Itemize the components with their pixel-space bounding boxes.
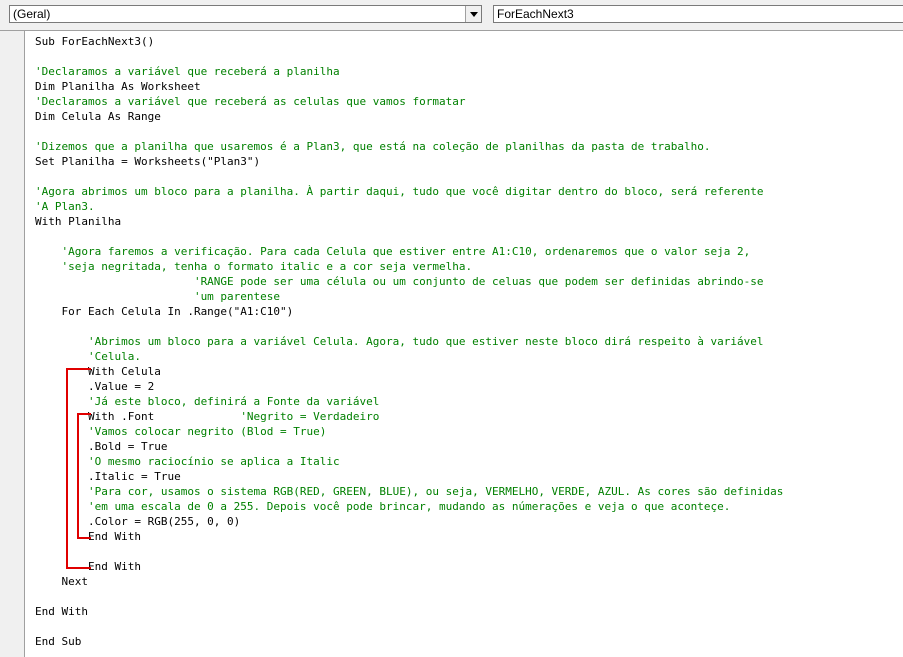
code-line[interactable]: With Celula xyxy=(35,364,783,379)
code-text-segment: Set Planilha = Worksheets("Plan3") xyxy=(35,155,261,168)
code-line[interactable]: 'um parentese xyxy=(35,289,783,304)
code-text-segment xyxy=(35,590,42,603)
code-line[interactable]: 'em uma escala de 0 a 255. Depois você p… xyxy=(35,499,783,514)
comment-text: 'Agora faremos a verificação. Para cada … xyxy=(35,245,751,258)
code-line[interactable]: 'A Plan3. xyxy=(35,199,783,214)
code-line[interactable]: .Value = 2 xyxy=(35,379,783,394)
code-line[interactable]: With .Font 'Negrito = Verdadeiro xyxy=(35,409,783,424)
code-text-segment: For Each Celula In .Range("A1:C10") xyxy=(35,305,294,318)
code-line[interactable] xyxy=(35,49,783,64)
code-text-segment: End With xyxy=(35,605,88,618)
code-text-segment: Dim Planilha As Worksheet xyxy=(35,80,201,93)
code-line[interactable]: With Planilha xyxy=(35,214,783,229)
comment-text: 'Celula. xyxy=(35,350,141,363)
code-line[interactable]: 'Para cor, usamos o sistema RGB(RED, GRE… xyxy=(35,484,783,499)
code-text-segment xyxy=(35,620,42,633)
code-line[interactable]: 'Já este bloco, definirá a Fonte da vari… xyxy=(35,394,783,409)
code-text-segment xyxy=(35,545,42,558)
code-line[interactable]: 'Abrimos um bloco para a variável Celula… xyxy=(35,334,783,349)
code-line[interactable]: 'O mesmo raciocínio se aplica a Italic xyxy=(35,454,783,469)
code-line[interactable]: 'Declaramos a variável que receberá a pl… xyxy=(35,64,783,79)
code-line[interactable]: Dim Celula As Range xyxy=(35,109,783,124)
code-line[interactable]: 'seja negritada, tenha o formato italic … xyxy=(35,259,783,274)
object-dropdown[interactable]: (Geral) xyxy=(9,5,482,23)
object-dropdown-value: (Geral) xyxy=(13,7,51,21)
code-text-segment xyxy=(35,230,42,243)
code-line[interactable]: 'Celula. xyxy=(35,349,783,364)
comment-text: 'Declaramos a variável que receberá as c… xyxy=(35,95,466,108)
code-text-segment: Dim Celula As Range xyxy=(35,110,161,123)
comment-text: 'Agora abrimos um bloco para a planilha.… xyxy=(35,185,764,198)
code-text-segment: .Value = 2 xyxy=(35,380,155,393)
code-line[interactable]: Set Planilha = Worksheets("Plan3") xyxy=(35,154,783,169)
procedure-dropdown[interactable]: ForEachNext3 xyxy=(493,5,903,23)
comment-text: 'Negrito = Verdadeiro xyxy=(240,410,380,423)
code-line[interactable] xyxy=(35,229,783,244)
code-line[interactable]: 'Agora faremos a verificação. Para cada … xyxy=(35,244,783,259)
comment-text: 'seja negritada, tenha o formato italic … xyxy=(35,260,473,273)
code-line[interactable]: Sub ForEachNext3() xyxy=(35,34,783,49)
code-line[interactable]: End With xyxy=(35,529,783,544)
code-text-segment xyxy=(35,125,42,138)
code-line[interactable]: End With xyxy=(35,604,783,619)
code-line[interactable]: 'Declaramos a variável que receberá as c… xyxy=(35,94,783,109)
code-text-segment xyxy=(35,170,42,183)
code-text-segment: .Italic = True xyxy=(35,470,181,483)
code-text-segment xyxy=(35,50,42,63)
code-text-segment: End Sub xyxy=(35,635,82,648)
comment-text: 'Declaramos a variável que receberá a pl… xyxy=(35,65,340,78)
code-line[interactable]: 'RANGE pode ser uma célula ou um conjunt… xyxy=(35,274,783,289)
code-line[interactable]: 'Dizemos que a planilha que usaremos é a… xyxy=(35,139,783,154)
code-text-segment: Sub ForEachNext3() xyxy=(35,35,155,48)
code-text-segment: Next xyxy=(35,575,88,588)
comment-text: 'Abrimos um bloco para a variável Celula… xyxy=(35,335,764,348)
code-line[interactable]: .Bold = True xyxy=(35,439,783,454)
code-line[interactable]: .Italic = True xyxy=(35,469,783,484)
code-line[interactable]: End With xyxy=(35,559,783,574)
code-line[interactable] xyxy=(35,319,783,334)
code-line[interactable] xyxy=(35,544,783,559)
code-line[interactable]: .Color = RGB(255, 0, 0) xyxy=(35,514,783,529)
code-line[interactable]: 'Vamos colocar negrito (Blod = True) xyxy=(35,424,783,439)
code-line[interactable]: Next xyxy=(35,574,783,589)
comment-text: 'Para cor, usamos o sistema RGB(RED, GRE… xyxy=(35,485,784,498)
procedure-dropdown-value: ForEachNext3 xyxy=(497,7,574,21)
code-line[interactable] xyxy=(35,169,783,184)
comment-text: 'em uma escala de 0 a 255. Depois você p… xyxy=(35,500,731,513)
code-line[interactable] xyxy=(35,589,783,604)
chevron-down-icon[interactable] xyxy=(465,6,481,22)
margin-indicator-bar[interactable] xyxy=(0,31,24,657)
code-line[interactable] xyxy=(35,619,783,634)
code-text-segment: .Bold = True xyxy=(35,440,168,453)
code-line[interactable]: End Sub xyxy=(35,634,783,649)
code-line[interactable]: For Each Celula In .Range("A1:C10") xyxy=(35,304,783,319)
annotation-bracket-inner xyxy=(77,413,91,539)
code-text-segment: With Celula xyxy=(35,365,161,378)
code-text[interactable]: Sub ForEachNext3() 'Declaramos a variáve… xyxy=(35,34,783,649)
code-text-segment: With Planilha xyxy=(35,215,122,228)
comment-text: 'Dizemos que a planilha que usaremos é a… xyxy=(35,140,711,153)
code-window-toolbar: (Geral) ForEachNext3 xyxy=(0,0,903,31)
comment-text: 'RANGE pode ser uma célula ou um conjunt… xyxy=(35,275,764,288)
code-text-segment xyxy=(35,320,42,333)
code-line[interactable]: Dim Planilha As Worksheet xyxy=(35,79,783,94)
comment-text: 'um parentese xyxy=(35,290,281,303)
comment-text: 'A Plan3. xyxy=(35,200,95,213)
code-line[interactable]: 'Agora abrimos um bloco para a planilha.… xyxy=(35,184,783,199)
code-line[interactable] xyxy=(35,124,783,139)
